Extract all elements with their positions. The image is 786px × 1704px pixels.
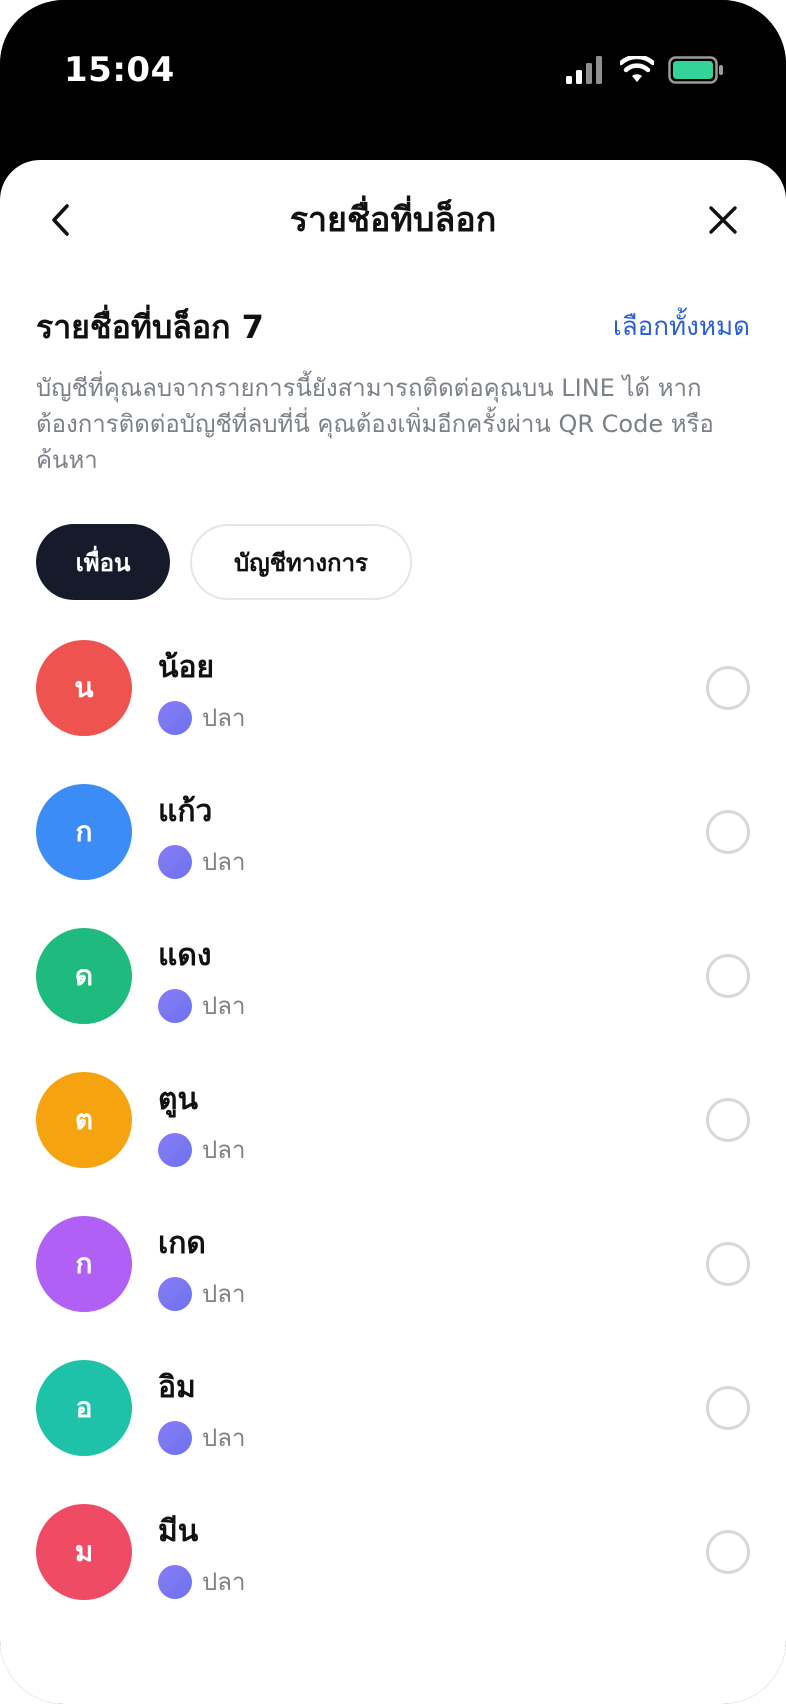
contact-sub: ปลา (158, 986, 245, 1025)
contact-name: มีน (158, 1514, 199, 1549)
contact-sub: ปลา (158, 698, 245, 737)
blocked-list-sheet: รายชื่อที่บล็อก รายชื่อที่บล็อก 7 เลือกท… (0, 160, 786, 1704)
status-time: 15:04 (64, 50, 175, 90)
page-title: รายชื่อที่บล็อก (289, 200, 497, 240)
select-radio[interactable] (706, 810, 750, 854)
select-radio[interactable] (706, 1386, 750, 1430)
sub-avatar-icon (158, 844, 192, 879)
avatar: ก (36, 1216, 132, 1312)
contact-name: เกด (158, 1226, 206, 1261)
status-icons (566, 56, 724, 84)
list-item[interactable]: น น้อย ปลา (0, 640, 786, 784)
contact-sub-label: ปลา (202, 992, 246, 1020)
sub-avatar-icon (158, 700, 192, 735)
sub-avatar-icon (158, 1420, 192, 1455)
select-radio[interactable] (706, 1242, 750, 1286)
battery-icon (668, 56, 723, 84)
contact-sub-label: ปลา (202, 1424, 246, 1452)
contact-sub: ปลา (158, 1130, 245, 1169)
avatar: ก (36, 784, 132, 880)
list-item[interactable]: ต ตูน ปลา (0, 1072, 786, 1216)
status-bar: 15:04 (0, 0, 786, 150)
select-radio[interactable] (706, 666, 750, 710)
list-item[interactable]: ม มีน ปลา (0, 1504, 786, 1648)
list-item[interactable]: ก แก้ว ปลา (0, 784, 786, 928)
select-radio[interactable] (706, 1530, 750, 1574)
sub-avatar-icon (158, 1564, 192, 1599)
contact-name: แก้ว (158, 794, 213, 829)
contact-sub: ปลา (158, 1418, 245, 1457)
list-item[interactable]: ด แดง ปลา (0, 928, 786, 1072)
avatar: ม (36, 1504, 132, 1600)
avatar: ต (36, 1072, 132, 1168)
contact-name: แดง (158, 938, 212, 973)
phone-frame: 15:04 รายชื่อที่บล็อก รายชื่อที่บล็อก 7 … (0, 0, 786, 1704)
avatar: ด (36, 928, 132, 1024)
contact-sub-label: ปลา (202, 1568, 246, 1596)
sub-avatar-icon (158, 1132, 192, 1167)
contact-sub-label: ปลา (202, 848, 246, 876)
signal-icon (566, 56, 602, 84)
contact-name: ตูน (158, 1082, 198, 1117)
close-button[interactable] (698, 190, 748, 250)
contact-sub: ปลา (158, 842, 245, 881)
section-description: บัญชีที่คุณลบจากรายการนี้ยังสามารถติดต่อ… (36, 374, 714, 474)
close-icon (709, 206, 737, 234)
select-all-link[interactable]: เลือกทั้งหมด (613, 306, 750, 347)
contact-sub-label: ปลา (202, 704, 246, 732)
contact-sub-label: ปลา (202, 1280, 246, 1308)
select-radio[interactable] (706, 1098, 750, 1142)
tab-official-accounts[interactable]: บัญชีทางการ (190, 524, 412, 600)
contact-sub: ปลา (158, 1562, 245, 1601)
select-radio[interactable] (706, 954, 750, 998)
sub-avatar-icon (158, 1276, 192, 1311)
contact-name: น้อย (158, 650, 215, 685)
list-item[interactable]: อ อิม ปลา (0, 1360, 786, 1504)
wifi-icon (620, 56, 654, 82)
blocked-contacts-list: น น้อย ปลา ก แก้ว ปลา ด แดง ปลา ต ตูน ปล… (0, 640, 786, 1648)
contact-sub-label: ปลา (202, 1136, 246, 1164)
contact-name: อิม (158, 1370, 196, 1405)
list-item[interactable]: ก เกด ปลา (0, 1216, 786, 1360)
contact-sub: ปลา (158, 1274, 245, 1313)
tab-bar: เพื่อน บัญชีทางการ (36, 524, 412, 600)
avatar: อ (36, 1360, 132, 1456)
sub-avatar-icon (158, 988, 192, 1023)
section-title: รายชื่อที่บล็อก 7 (36, 308, 264, 346)
tab-friends[interactable]: เพื่อน (36, 524, 170, 600)
avatar: น (36, 640, 132, 736)
